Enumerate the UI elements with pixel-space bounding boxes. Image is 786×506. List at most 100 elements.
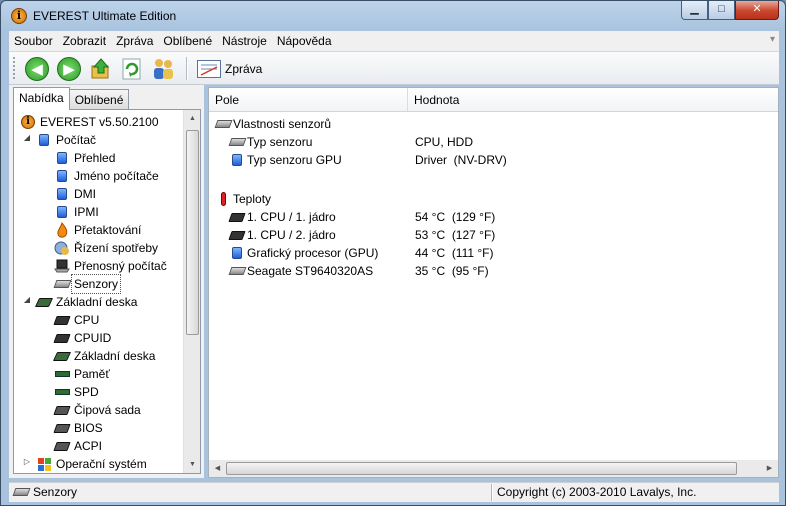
power-management-icon	[54, 240, 70, 256]
tree-expander-icon[interactable]: ▷	[22, 457, 32, 466]
tree-item[interactable]: Jméno počítače	[54, 167, 159, 185]
tree-item[interactable]: Základní deska	[34, 293, 138, 311]
cpu-icon	[228, 209, 246, 225]
list-item[interactable]: 1. CPU / 1. jádro	[228, 208, 336, 226]
arrow-right-icon: ▶	[63, 61, 75, 78]
tree-item[interactable]: SPD	[54, 383, 99, 401]
refresh-button[interactable]	[120, 57, 144, 81]
computer-icon	[36, 132, 52, 148]
list-item[interactable]: Typ senzoru GPU	[229, 151, 342, 169]
tree-item[interactable]: CPUID	[53, 329, 112, 347]
arrow-left-icon: ◀	[31, 61, 43, 78]
tree-item-label: SPD	[74, 385, 99, 399]
navigation-tree: i EVEREST v5.50.2100 ◢ Počítač Přehled Jméno …	[13, 109, 201, 474]
scroll-up-icon[interactable]: ▲	[184, 110, 200, 127]
thermometer-icon	[215, 191, 231, 207]
monitor-icon	[229, 152, 245, 168]
tree-expander-icon[interactable]: ◢	[22, 133, 32, 142]
tree-item-label: Přetaktování	[74, 223, 142, 237]
tree-item[interactable]: Přenosný počítač	[54, 257, 167, 275]
tab-oblibene[interactable]: Oblíbené	[68, 89, 130, 110]
status-bar: Senzory Copyright (c) 2003-2010 Lavalys,…	[9, 482, 779, 502]
tree-item[interactable]: i EVEREST v5.50.2100	[20, 113, 159, 131]
menu-napoveda[interactable]: Nápověda	[272, 31, 337, 52]
users-button[interactable]	[151, 57, 175, 81]
memory-icon	[54, 366, 70, 382]
column-pole[interactable]: Pole	[215, 93, 239, 107]
field-label: 1. CPU / 1. jádro	[247, 210, 336, 224]
horizontal-scrollbar[interactable]: ◀ ▶	[209, 460, 778, 477]
motherboard-icon	[52, 348, 72, 364]
menu-bar: Soubor Zobrazit Zpráva Oblíbené Nástroje…	[9, 31, 779, 52]
hard-disk-icon	[228, 263, 246, 279]
maximize-button[interactable]: □	[708, 1, 735, 20]
app-info-icon[interactable]: i	[11, 8, 27, 24]
tree-item-label: Senzory	[71, 274, 122, 294]
vertical-scrollbar[interactable]: ▲ ▼	[183, 110, 200, 473]
tree-item[interactable]: IPMI	[54, 203, 99, 221]
tree-item[interactable]: ACPI	[53, 437, 102, 455]
minimize-button[interactable]: ▁	[681, 1, 708, 20]
menu-nastroje[interactable]: Nástroje	[217, 31, 272, 52]
menu-zprava[interactable]: Zpráva	[111, 31, 158, 52]
list-item[interactable]: Grafický procesor (GPU)	[229, 244, 378, 262]
menu-soubor[interactable]: Soubor	[9, 31, 58, 52]
tree-item[interactable]: CPU	[53, 311, 99, 329]
tree-item[interactable]: Základní deska	[52, 347, 156, 365]
scroll-down-icon[interactable]: ▼	[184, 456, 200, 473]
group-header[interactable]: Vlastnosti senzorů	[214, 115, 332, 133]
tree-item-label: Operační systém	[56, 457, 147, 471]
tree-item-label: Čipová sada	[74, 403, 141, 417]
status-copyright: Copyright (c) 2003-2010 Lavalys, Inc.	[497, 485, 697, 499]
list-item[interactable]: Seagate ST9640320AS	[228, 262, 373, 280]
horizontal-scroll-thumb[interactable]	[226, 462, 737, 475]
navigation-panel: Nabídka Oblíbené i EVEREST v5.50.2100 ◢ Poč…	[9, 85, 204, 478]
close-button[interactable]: ✕	[735, 1, 779, 20]
tree-item[interactable]: Počítač	[36, 131, 96, 149]
laptop-icon	[54, 258, 70, 274]
vertical-scroll-thumb[interactable]	[186, 130, 199, 335]
column-divider[interactable]	[407, 88, 408, 111]
back-button[interactable]: ◀	[25, 57, 49, 81]
tree-item[interactable]: Operační systém	[36, 455, 147, 473]
tree-item-label: CPUID	[74, 331, 112, 345]
tree-item[interactable]: Přetaktování	[54, 221, 141, 239]
tree-item[interactable]: Přehled	[54, 149, 115, 167]
report-button-label[interactable]: Zpráva	[225, 62, 262, 76]
group-header[interactable]: Teploty	[215, 190, 271, 208]
tree-item-label: Přenosný počítač	[74, 259, 167, 273]
forward-button[interactable]: ▶	[57, 57, 81, 81]
scroll-right-icon[interactable]: ▶	[761, 460, 778, 477]
tree-item[interactable]: Řízení spotřeby	[54, 239, 158, 257]
tree-item[interactable]: DMI	[54, 185, 96, 203]
menu-zobrazit[interactable]: Zobrazit	[58, 31, 111, 52]
field-label: Grafický procesor (GPU)	[247, 246, 379, 260]
tree-expander-icon[interactable]: ◢	[22, 295, 32, 304]
computer-icon	[54, 168, 70, 184]
column-hodnota[interactable]: Hodnota	[414, 93, 459, 107]
field-value: 54 °C (129 °F)	[415, 210, 496, 224]
report-icon[interactable]	[197, 60, 221, 78]
tree-item-label: Přehled	[74, 151, 116, 165]
menu-grip-icon: ▾	[769, 34, 775, 45]
tree-item-label: Základní deska	[74, 349, 156, 363]
tree-item[interactable]: Čipová sada	[53, 401, 141, 419]
list-item[interactable]: 1. CPU / 2. jádro	[228, 226, 336, 244]
acpi-icon	[53, 438, 71, 454]
tree-item-label: BIOS	[74, 421, 103, 435]
tree-item-label: DMI	[74, 187, 96, 201]
tree-item[interactable]: Senzory	[53, 274, 122, 294]
tree-item-label: Základní deska	[56, 295, 138, 309]
menu-oblibene[interactable]: Oblíbené	[158, 31, 217, 52]
title-bar[interactable]: i EVEREST Ultimate Edition ▁ □ ✕	[1, 1, 785, 31]
list-item[interactable]: Typ senzoru	[228, 133, 312, 151]
scroll-left-icon[interactable]: ◀	[209, 460, 226, 477]
tree-item[interactable]: Paměť	[54, 365, 110, 383]
tree-item[interactable]: BIOS	[53, 419, 103, 437]
toolbar-grip-icon[interactable]	[13, 57, 16, 79]
monitor-icon	[229, 245, 245, 261]
field-label: Vlastnosti senzorů	[233, 117, 332, 131]
field-label: Typ senzoru GPU	[247, 153, 342, 167]
tab-nabidka[interactable]: Nabídka	[13, 87, 70, 110]
up-button[interactable]	[89, 57, 113, 81]
